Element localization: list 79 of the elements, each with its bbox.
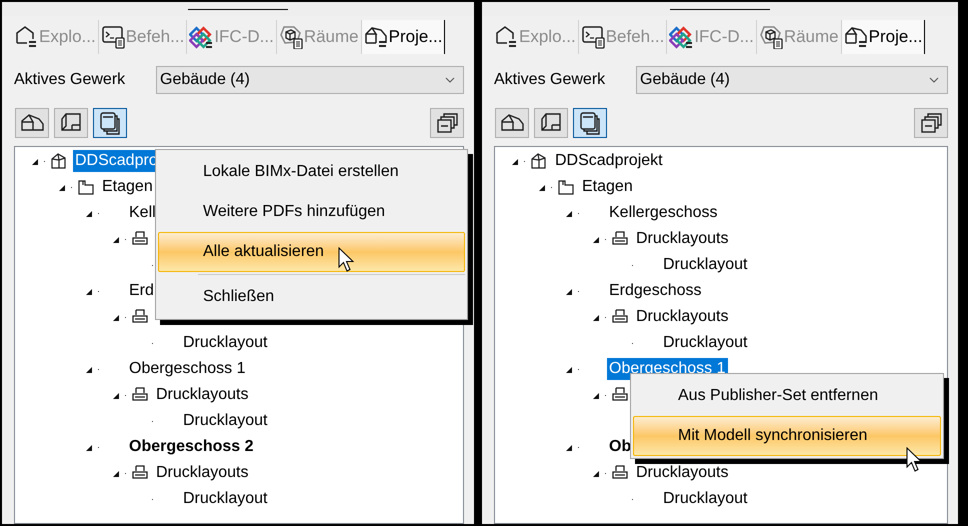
linked-squares-icon (669, 25, 694, 49)
expanded-arrow-icon[interactable] (112, 314, 118, 320)
expanded-arrow-icon[interactable] (592, 314, 598, 320)
tree-item[interactable]: Obergeschoss 2 (127, 436, 256, 458)
menu-item[interactable]: Alle aktualisieren (158, 232, 465, 272)
panel-tab[interactable]: Proje... (362, 20, 446, 54)
expanded-arrow-icon[interactable] (112, 392, 118, 398)
tree-item[interactable]: Drucklayout (661, 488, 750, 510)
tree-item[interactable]: Etagen (100, 176, 155, 198)
tree-item[interactable]: Drucklayout (181, 332, 270, 354)
tree-item[interactable]: Drucklayouts (634, 228, 730, 250)
menu-item[interactable]: Schließen (158, 277, 465, 317)
expanded-arrow-icon[interactable] (58, 184, 64, 190)
tree-item[interactable]: Drucklayout (661, 254, 750, 276)
expanded-arrow-icon[interactable] (564, 444, 572, 450)
view-button[interactable] (93, 108, 127, 138)
tree-item[interactable]: DDScadprojekt (553, 150, 665, 172)
collapse-all-button[interactable] (914, 108, 948, 138)
tree-item[interactable]: Drucklayout (181, 410, 270, 432)
expanded-arrow-icon[interactable] (510, 158, 518, 164)
tree-item[interactable]: Drucklayouts (154, 462, 250, 484)
expanded-arrow-icon[interactable] (564, 210, 572, 216)
chevron-down-icon (445, 77, 455, 83)
house-icon (494, 25, 518, 49)
expanded-arrow-icon[interactable] (592, 236, 598, 242)
view-button[interactable] (534, 108, 568, 138)
view-button[interactable] (495, 108, 529, 138)
chevron-down-icon (929, 77, 939, 83)
tree-item[interactable]: Erdgeschoss (607, 280, 704, 302)
tree-item[interactable]: Drucklayouts (154, 384, 250, 406)
mouse-cursor-icon (338, 247, 356, 273)
tree-item[interactable]: Etagen (580, 176, 635, 198)
linked-squares-icon (189, 25, 214, 49)
menu-item[interactable]: Weitere PDFs hinzufügen (158, 192, 465, 232)
view-button[interactable] (54, 108, 88, 138)
panel-tab[interactable]: Proje... (842, 20, 926, 54)
field-label: Aktives Gewerk (494, 70, 606, 90)
collapse-all-icon (919, 112, 943, 134)
tree-item[interactable]: Erd (127, 280, 156, 302)
expanded-arrow-icon[interactable] (84, 444, 92, 450)
folder-icon (77, 178, 95, 196)
house-icon (14, 25, 38, 49)
tree-item[interactable]: Drucklayout (181, 488, 270, 510)
house-icon (364, 25, 388, 49)
house-icon (530, 152, 548, 170)
expanded-arrow-icon[interactable] (84, 366, 92, 372)
trade-dropdown[interactable]: Gebäude (4) (636, 66, 948, 94)
house-icon (50, 152, 68, 170)
menu-item[interactable]: Mit Modell synchronisieren (633, 416, 941, 456)
tree-item[interactable]: Drucklayouts (634, 462, 730, 484)
tree-item[interactable]: Drucklayouts (634, 306, 730, 328)
expanded-arrow-icon[interactable] (84, 288, 92, 294)
field-label: Aktives Gewerk (14, 70, 126, 90)
expanded-arrow-icon[interactable] (30, 158, 38, 164)
expanded-arrow-icon[interactable] (564, 288, 572, 294)
menu-item[interactable]: Lokale BIMx-Datei erstellen (158, 152, 465, 192)
house-icon (844, 25, 868, 49)
expanded-arrow-icon[interactable] (538, 184, 544, 190)
expanded-arrow-icon[interactable] (84, 210, 92, 216)
tree-item[interactable]: Kell (127, 202, 158, 224)
tree-item[interactable]: Kellergeschoss (607, 202, 720, 224)
tree-item[interactable]: Drucklayout (661, 332, 750, 354)
terminal-icon (580, 25, 605, 49)
expanded-arrow-icon[interactable] (592, 392, 598, 398)
view-button[interactable] (573, 108, 607, 138)
cube-icon (278, 25, 303, 49)
collapse-all-icon (435, 112, 459, 134)
folder-icon (557, 178, 575, 196)
tree-item[interactable]: Ob (607, 436, 634, 458)
expanded-arrow-icon[interactable] (564, 366, 572, 372)
tree-item[interactable]: Obergeschoss 1 (127, 358, 248, 380)
cube-icon (758, 25, 783, 49)
trade-dropdown[interactable]: Gebäude (4) (156, 66, 464, 94)
expanded-arrow-icon[interactable] (592, 470, 598, 476)
collapse-all-button[interactable] (430, 108, 464, 138)
view-button[interactable] (15, 108, 49, 138)
terminal-icon (100, 25, 125, 49)
expanded-arrow-icon[interactable] (112, 236, 118, 242)
expanded-arrow-icon[interactable] (112, 470, 118, 476)
